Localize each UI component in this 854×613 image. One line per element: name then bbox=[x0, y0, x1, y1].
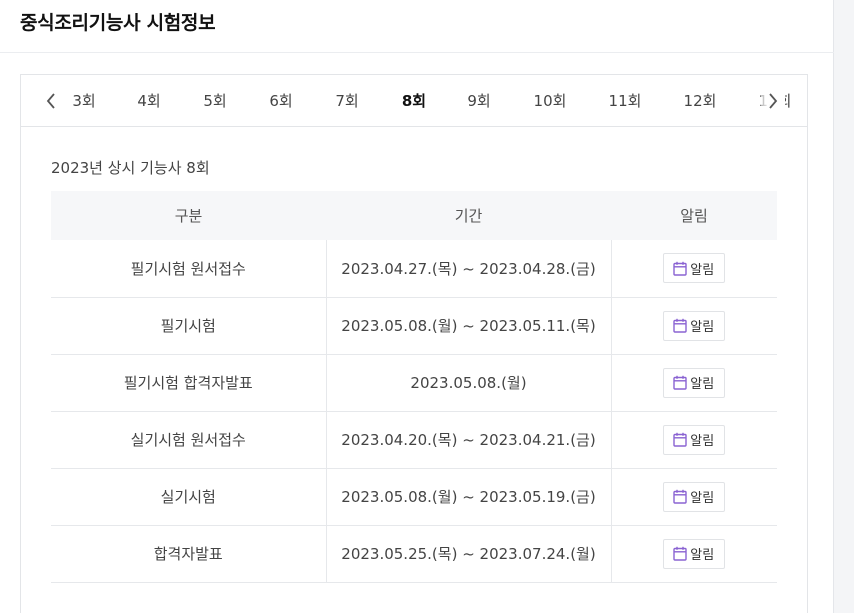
table-header-row: 구분 기간 알림 bbox=[51, 191, 777, 240]
alarm-label: 알림 bbox=[690, 320, 715, 335]
tab-round-7[interactable]: 7회 bbox=[334, 75, 360, 126]
tab-round-3[interactable]: 3회 bbox=[71, 75, 97, 126]
calendar-icon bbox=[673, 261, 687, 276]
row-type: 실기시험 bbox=[51, 468, 326, 526]
row-alarm-cell: 알림 bbox=[610, 354, 777, 412]
calendar-icon bbox=[673, 546, 687, 561]
alarm-label: 알림 bbox=[690, 262, 715, 278]
column-header-type: 구분 bbox=[51, 191, 326, 240]
row-alarm-cell: 알림 bbox=[610, 240, 777, 298]
page-title: 중식조리기능사 시험정보 bbox=[20, 12, 216, 34]
schedule-table: 구분 기간 알림 필기시험 원서접수 2023.04.27.(목) ~ 2023… bbox=[51, 191, 777, 583]
alarm-label: 알림 bbox=[690, 434, 715, 449]
exam-info-panel: 중식조리기능사 시험정보 3회 4회 5회 6회 7회 8회 9회 10회 11… bbox=[0, 0, 834, 613]
table-row: 필기시험 합격자발표 2023.05.08.(월) 알림 bbox=[51, 354, 777, 412]
tab-round-10[interactable]: 10회 bbox=[532, 75, 568, 126]
chevron-left-icon bbox=[46, 93, 55, 109]
tab-round-8[interactable]: 8회 bbox=[397, 75, 431, 126]
exam-schedule-card: 3회 4회 5회 6회 7회 8회 9회 10회 11회 12회 13회 202… bbox=[20, 74, 808, 613]
row-period: 2023.04.20.(목) ~ 2023.04.21.(금) bbox=[325, 411, 611, 469]
row-period: 2023.05.08.(월) ~ 2023.05.11.(목) bbox=[325, 297, 611, 355]
column-header-period: 기간 bbox=[326, 191, 611, 240]
row-type: 실기시험 원서접수 bbox=[51, 411, 326, 469]
row-period: 2023.04.27.(목) ~ 2023.04.28.(금) bbox=[325, 240, 611, 298]
tab-round-9[interactable]: 9회 bbox=[466, 75, 492, 126]
alarm-button[interactable]: 알림 bbox=[663, 310, 726, 341]
tab-round-11[interactable]: 11회 bbox=[607, 75, 643, 126]
alarm-label: 알림 bbox=[690, 548, 715, 563]
row-alarm-cell: 알림 bbox=[610, 525, 777, 583]
round-tab-bar: 3회 4회 5회 6회 7회 8회 9회 10회 11회 12회 13회 bbox=[21, 75, 807, 127]
alarm-button[interactable]: 알림 bbox=[663, 253, 726, 284]
row-period: 2023.05.08.(월) bbox=[325, 354, 611, 412]
calendar-icon bbox=[673, 489, 687, 504]
table-row: 실기시험 2023.05.08.(월) ~ 2023.05.19.(금) 알림 bbox=[51, 468, 777, 526]
row-alarm-cell: 알림 bbox=[610, 297, 777, 355]
tab-prev-button[interactable] bbox=[39, 88, 63, 114]
row-period: 2023.05.25.(목) ~ 2023.07.24.(월) bbox=[325, 525, 611, 583]
alarm-button[interactable]: 알림 bbox=[663, 481, 726, 512]
chevron-right-icon bbox=[769, 93, 778, 109]
row-type: 필기시험 합격자발표 bbox=[51, 354, 326, 412]
row-alarm-cell: 알림 bbox=[610, 468, 777, 526]
tab-round-12[interactable]: 12회 bbox=[682, 75, 718, 126]
alarm-button[interactable]: 알림 bbox=[663, 538, 726, 569]
table-row: 필기시험 원서접수 2023.04.27.(목) ~ 2023.04.28.(금… bbox=[51, 240, 777, 298]
row-type: 필기시험 bbox=[51, 297, 326, 355]
row-period: 2023.05.08.(월) ~ 2023.05.19.(금) bbox=[325, 468, 611, 526]
alarm-button[interactable]: 알림 bbox=[663, 424, 726, 455]
section-title: 2023년 상시 기능사 8회 bbox=[51, 159, 210, 177]
tab-round-5[interactable]: 5회 bbox=[202, 75, 228, 126]
calendar-icon bbox=[673, 318, 687, 333]
calendar-icon bbox=[673, 375, 687, 390]
table-row: 합격자발표 2023.05.25.(목) ~ 2023.07.24.(월) 알림 bbox=[51, 525, 777, 583]
alarm-label: 알림 bbox=[690, 491, 715, 506]
title-divider bbox=[0, 52, 834, 53]
row-alarm-cell: 알림 bbox=[610, 411, 777, 469]
tab-round-6[interactable]: 6회 bbox=[268, 75, 294, 126]
tab-next-button[interactable] bbox=[761, 88, 785, 114]
calendar-icon bbox=[673, 432, 687, 447]
table-row: 실기시험 원서접수 2023.04.20.(목) ~ 2023.04.21.(금… bbox=[51, 411, 777, 469]
tab-round-4[interactable]: 4회 bbox=[136, 75, 162, 126]
row-type: 필기시험 원서접수 bbox=[51, 240, 326, 298]
row-type: 합격자발표 bbox=[51, 525, 326, 583]
alarm-button[interactable]: 알림 bbox=[663, 367, 726, 398]
table-row: 필기시험 2023.05.08.(월) ~ 2023.05.11.(목) 알림 bbox=[51, 297, 777, 355]
alarm-label: 알림 bbox=[690, 377, 715, 392]
column-header-alarm: 알림 bbox=[611, 191, 777, 240]
